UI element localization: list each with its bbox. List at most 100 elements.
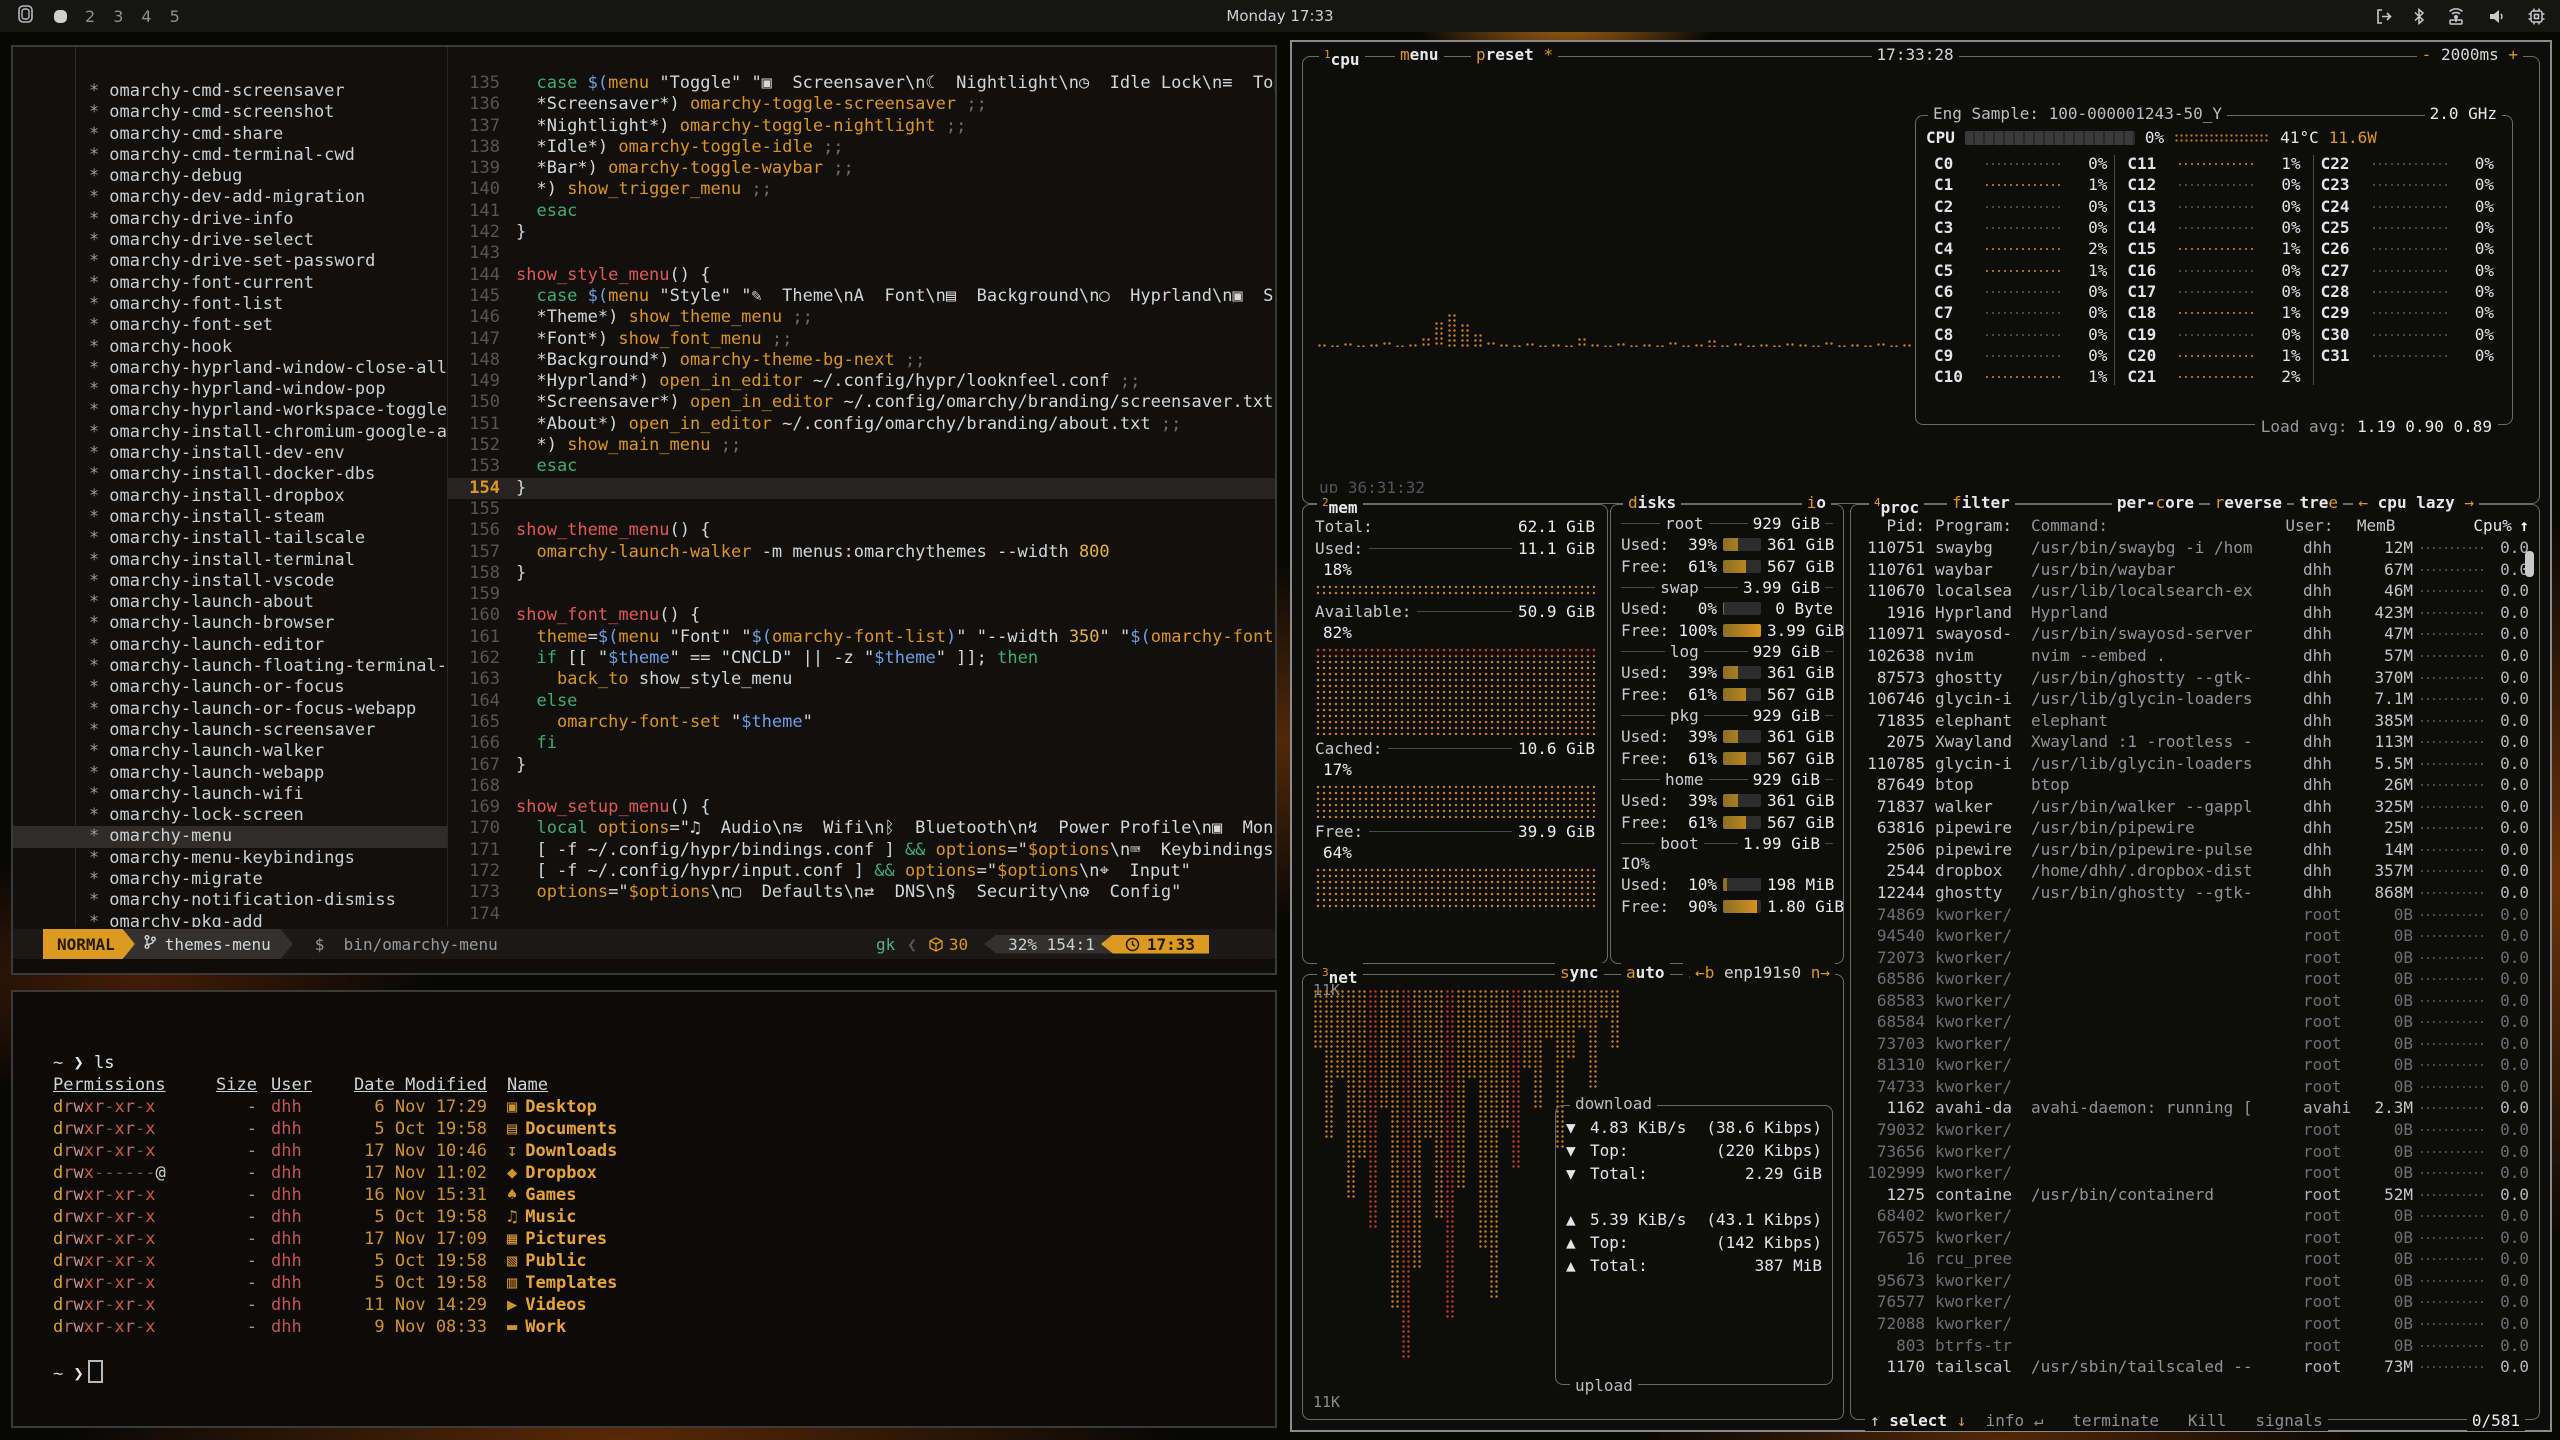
process-row[interactable]: 106746 glycin-i /usr/lib/glycin-loaders …: [1851, 688, 2539, 710]
file-list-item[interactable]: *omarchy-notification-dismiss: [13, 890, 447, 911]
file-list-item[interactable]: *omarchy-hyprland-window-pop: [13, 379, 447, 400]
logout-icon[interactable]: [2374, 7, 2393, 26]
process-row[interactable]: 63816 pipewire /usr/bin/pipewire dhh 25M…: [1851, 817, 2539, 839]
workspace-3[interactable]: 3: [113, 7, 123, 26]
col-memb[interactable]: MemB: [2341, 516, 2395, 535]
proc-scrollbar[interactable]: [2525, 551, 2534, 577]
col-program[interactable]: Program:: [1925, 516, 2031, 535]
file-list-item[interactable]: *omarchy-drive-info: [13, 209, 447, 230]
terminal-window[interactable]: ~ ❯ ls Permissions Size User Date Modifi…: [11, 990, 1277, 1428]
file-list-item[interactable]: *omarchy-launch-screensaver: [13, 720, 447, 741]
file-list-item[interactable]: *omarchy-lock-screen: [13, 805, 447, 826]
file-list-item[interactable]: *omarchy-font-set: [13, 315, 447, 336]
file-list-item[interactable]: *omarchy-migrate: [13, 869, 447, 890]
tab-menu[interactable]: menu: [1395, 45, 1444, 65]
process-row[interactable]: 68586 kworker/ root 0B 0.0: [1851, 968, 2539, 990]
file-list-item[interactable]: *omarchy-hyprland-window-close-all: [13, 358, 447, 379]
bluetooth-icon[interactable]: [2413, 7, 2425, 26]
tab-proc[interactable]: 4proc: [1869, 493, 1924, 518]
file-list-item[interactable]: *omarchy-cmd-screenshot: [13, 102, 447, 123]
file-list-item[interactable]: *omarchy-menu-keybindings: [13, 848, 447, 869]
file-list-item[interactable]: *omarchy-install-docker-dbs: [13, 464, 447, 485]
omarchy-logo-icon[interactable]: [16, 4, 36, 28]
process-row[interactable]: 110971 swayosd- /usr/bin/swayosd-server …: [1851, 623, 2539, 645]
process-row[interactable]: 72088 kworker/ root 0B 0.0: [1851, 1313, 2539, 1335]
process-row[interactable]: 102999 kworker/ root 0B 0.0: [1851, 1162, 2539, 1184]
file-list-item[interactable]: *omarchy-menu: [13, 826, 447, 847]
process-row[interactable]: 81310 kworker/ root 0B 0.0: [1851, 1054, 2539, 1076]
tab-auto[interactable]: auto: [1621, 963, 1670, 983]
process-row[interactable]: 73703 kworker/ root 0B 0.0: [1851, 1033, 2539, 1055]
tab-io[interactable]: io: [1802, 493, 1831, 513]
file-list-item[interactable]: *omarchy-launch-editor: [13, 635, 447, 656]
workspace-2[interactable]: 2: [85, 7, 95, 26]
code-editor-pane[interactable]: 135 case $(menu "Toggle" "▣ Screensaver\…: [447, 47, 1275, 927]
file-list-pane[interactable]: *omarchy-cmd-screensaver*omarchy-cmd-scr…: [13, 47, 447, 927]
tab-tree[interactable]: tree: [2294, 493, 2343, 513]
workspace-4[interactable]: 4: [141, 7, 151, 26]
process-row[interactable]: 2075 Xwayland Xwayland :1 -rootless - dh…: [1851, 731, 2539, 753]
tab-preset[interactable]: preset *: [1471, 45, 1558, 65]
file-list-item[interactable]: *omarchy-pkg-add: [13, 912, 447, 927]
cpu-icon[interactable]: [2527, 7, 2546, 26]
file-list-item[interactable]: *omarchy-drive-set-password: [13, 251, 447, 272]
process-row[interactable]: 72073 kworker/ root 0B 0.0: [1851, 946, 2539, 968]
file-list-item[interactable]: *omarchy-launch-about: [13, 592, 447, 613]
tab-filter[interactable]: filter: [1947, 493, 2015, 513]
file-list-item[interactable]: *omarchy-install-chromium-google-a: [13, 422, 447, 443]
tab-sync[interactable]: sync: [1555, 963, 1604, 983]
file-list-item[interactable]: *omarchy-font-list: [13, 294, 447, 315]
process-row[interactable]: 68584 kworker/ root 0B 0.0: [1851, 1011, 2539, 1033]
volume-icon[interactable]: [2487, 7, 2507, 26]
process-row[interactable]: 74869 kworker/ root 0B 0.0: [1851, 903, 2539, 925]
process-row[interactable]: 71837 walker /usr/bin/walker --gappl dhh…: [1851, 796, 2539, 818]
process-row[interactable]: 71835 elephant elephant dhh 385M 0.0: [1851, 709, 2539, 731]
refresh-interval[interactable]: - 2000ms +: [2417, 45, 2523, 65]
file-list-item[interactable]: *omarchy-launch-browser: [13, 613, 447, 634]
process-row[interactable]: 74733 kworker/ root 0B 0.0: [1851, 1076, 2539, 1098]
process-row[interactable]: 803 btrfs-tr root 0B 0.0: [1851, 1334, 2539, 1356]
process-row[interactable]: 110751 swaybg /usr/bin/swaybg -i /hom dh…: [1851, 537, 2539, 559]
file-list-item[interactable]: *omarchy-launch-wifi: [13, 784, 447, 805]
process-row[interactable]: 16 rcu_pree root 0B 0.0: [1851, 1248, 2539, 1270]
file-list-item[interactable]: *omarchy-cmd-screensaver: [13, 81, 447, 102]
process-row[interactable]: 76575 kworker/ root 0B 0.0: [1851, 1227, 2539, 1249]
tab-mem[interactable]: 2mem: [1317, 493, 1363, 518]
file-list-item[interactable]: *omarchy-install-dropbox: [13, 486, 447, 507]
file-list-item[interactable]: *omarchy-install-dev-env: [13, 443, 447, 464]
process-row[interactable]: 2544 dropbox /home/dhh/.dropbox-dist dhh…: [1851, 860, 2539, 882]
tab-disks[interactable]: disks: [1623, 493, 1681, 513]
process-row[interactable]: 102638 nvim nvim --embed . dhh 57M 0.0: [1851, 645, 2539, 667]
file-list-item[interactable]: *omarchy-launch-floating-terminal-: [13, 656, 447, 677]
process-row[interactable]: 110670 localsea /usr/lib/localsearch-ex …: [1851, 580, 2539, 602]
process-row[interactable]: 76577 kworker/ root 0B 0.0: [1851, 1291, 2539, 1313]
process-row[interactable]: 1170 tailscal /usr/sbin/tailscaled -- ro…: [1851, 1356, 2539, 1378]
proc-footer-keys[interactable]: ↑ select ↓ info ↵ terminate Kill signals: [1865, 1411, 2328, 1431]
process-row[interactable]: 1275 containe /usr/bin/containerd root 5…: [1851, 1183, 2539, 1205]
file-list-item[interactable]: *omarchy-drive-select: [13, 230, 447, 251]
process-row[interactable]: 1916 Hyprland Hyprland dhh 423M 0.0: [1851, 602, 2539, 624]
tab-reverse[interactable]: reverse: [2210, 493, 2287, 513]
process-row[interactable]: 87573 ghostty /usr/bin/ghostty --gtk- dh…: [1851, 666, 2539, 688]
file-list-item[interactable]: *omarchy-cmd-terminal-cwd: [13, 145, 447, 166]
workspace-5[interactable]: 5: [170, 7, 180, 26]
file-list-item[interactable]: *omarchy-install-tailscale: [13, 528, 447, 549]
process-row[interactable]: 87649 btop btop dhh 26M 0.0: [1851, 774, 2539, 796]
file-list-item[interactable]: *omarchy-install-steam: [13, 507, 447, 528]
process-row[interactable]: 110785 glycin-i /usr/lib/glycin-loaders …: [1851, 752, 2539, 774]
process-row[interactable]: 1162 avahi-da avahi-daemon: running [ av…: [1851, 1097, 2539, 1119]
process-row[interactable]: 94540 kworker/ root 0B 0.0: [1851, 925, 2539, 947]
file-list-item[interactable]: *omarchy-launch-or-focus: [13, 677, 447, 698]
tab-cpu[interactable]: 1cpu: [1319, 45, 1365, 70]
process-row[interactable]: 110761 waybar /usr/bin/waybar dhh 67M 0.…: [1851, 559, 2539, 581]
file-list-item[interactable]: *omarchy-debug: [13, 166, 447, 187]
file-list-item[interactable]: *omarchy-cmd-share: [13, 124, 447, 145]
file-list-item[interactable]: *omarchy-font-current: [13, 273, 447, 294]
sort-arrow[interactable]: ↑: [2511, 516, 2529, 535]
process-row[interactable]: 68402 kworker/ root 0B 0.0: [1851, 1205, 2539, 1227]
col-pid[interactable]: Pid:: [1861, 516, 1925, 535]
col-command[interactable]: Command:: [2031, 516, 2285, 535]
tab-interface[interactable]: ←b enp191s0 n→: [1690, 963, 1835, 983]
file-list-item[interactable]: *omarchy-hyprland-workspace-toggle: [13, 400, 447, 421]
file-list-item[interactable]: *omarchy-dev-add-migration: [13, 187, 447, 208]
